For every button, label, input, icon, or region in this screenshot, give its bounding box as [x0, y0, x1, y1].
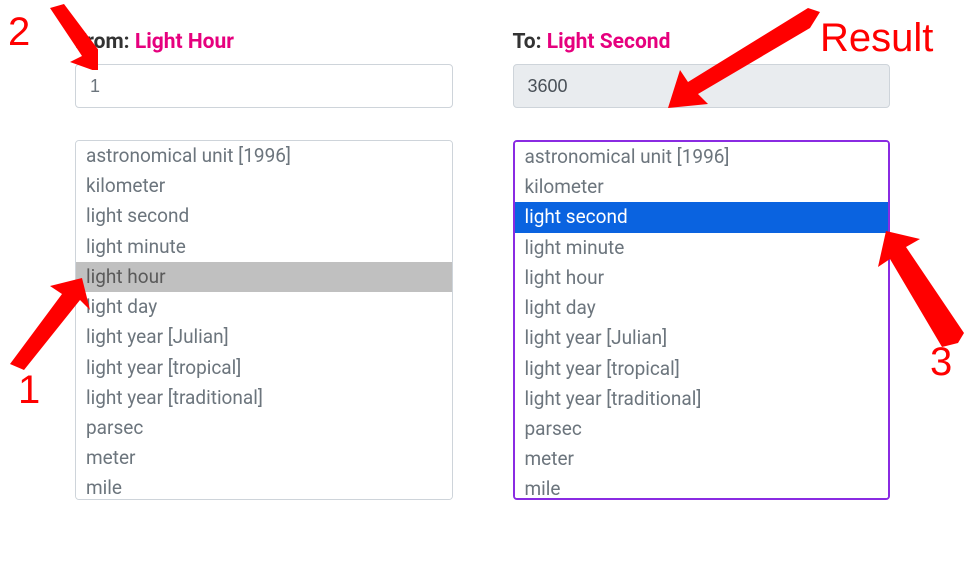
- list-item[interactable]: mile: [515, 474, 889, 498]
- list-item[interactable]: light year [traditional]: [76, 383, 452, 413]
- list-item[interactable]: light year [Julian]: [515, 323, 889, 353]
- list-item[interactable]: light day: [515, 293, 889, 323]
- list-item[interactable]: light minute: [515, 233, 889, 263]
- from-selected-unit: Light Hour: [135, 30, 234, 54]
- from-value-input[interactable]: [75, 64, 453, 108]
- to-prefix: To:: [513, 30, 547, 54]
- list-item[interactable]: light year [tropical]: [515, 354, 889, 384]
- list-item[interactable]: light year [tropical]: [76, 353, 452, 383]
- from-label: From: Light Hour: [75, 30, 453, 54]
- list-item[interactable]: parsec: [76, 413, 452, 443]
- list-item[interactable]: meter: [76, 443, 452, 473]
- annotation-arrow-result: [660, 0, 830, 120]
- list-item[interactable]: mile: [76, 473, 452, 499]
- list-item[interactable]: light year [Julian]: [76, 322, 452, 352]
- annotation-arrow-1: [0, 270, 100, 380]
- list-item[interactable]: kilometer: [515, 172, 889, 202]
- annotation-arrow-3: [872, 225, 965, 355]
- list-item[interactable]: light hour: [515, 263, 889, 293]
- list-item[interactable]: meter: [515, 444, 889, 474]
- from-unit-listbox[interactable]: astronomical unit [1996]kilometerlight s…: [76, 141, 452, 499]
- list-item[interactable]: light year [traditional]: [515, 384, 889, 414]
- list-item[interactable]: astronomical unit [1996]: [76, 141, 452, 171]
- list-item[interactable]: light hour: [76, 262, 452, 292]
- to-listbox-wrapper: astronomical unit [1996]kilometerlight s…: [513, 140, 891, 500]
- list-item[interactable]: light day: [76, 292, 452, 322]
- list-item[interactable]: astronomical unit [1996]: [515, 142, 889, 172]
- list-item[interactable]: light second: [76, 201, 452, 231]
- from-listbox-wrapper: astronomical unit [1996]kilometerlight s…: [75, 140, 453, 500]
- list-item[interactable]: kilometer: [76, 171, 452, 201]
- annotation-arrow-2: [28, 0, 98, 70]
- from-column: From: Light Hour astronomical unit [1996…: [75, 30, 453, 500]
- list-item[interactable]: light minute: [76, 232, 452, 262]
- to-selected-unit: Light Second: [547, 30, 671, 54]
- list-item[interactable]: parsec: [515, 414, 889, 444]
- annotation-num-2: 2: [8, 10, 30, 55]
- to-unit-listbox[interactable]: astronomical unit [1996]kilometerlight s…: [515, 142, 889, 498]
- list-item[interactable]: light second: [515, 202, 889, 232]
- annotation-result-label: Result: [820, 16, 933, 61]
